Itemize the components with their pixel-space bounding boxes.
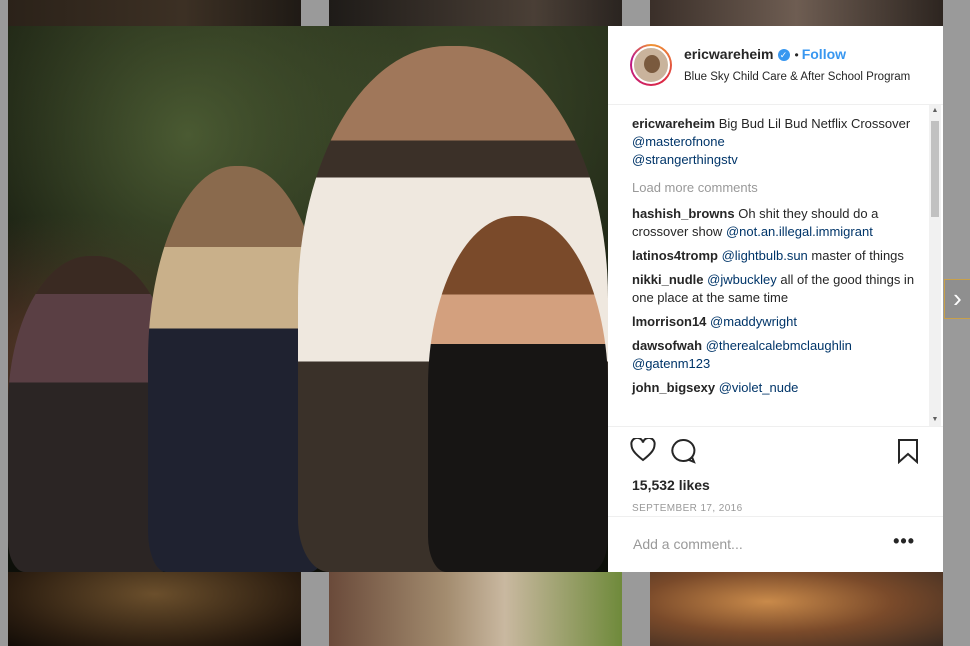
bookmark-icon[interactable] <box>897 438 919 469</box>
comment-username[interactable]: lmorrison14 <box>632 314 706 329</box>
comment-item: john_bigsexy @violet_nude <box>632 379 915 397</box>
comment-mention[interactable]: @maddywright <box>710 314 797 329</box>
comment-item: dawsofwah @therealcalebmclaughlin @gaten… <box>632 337 915 373</box>
comment-icon[interactable] <box>670 438 696 469</box>
comment-text: master of things <box>811 248 904 263</box>
post-modal: ericwareheim ✓ • Follow Blue Sky Child Care… <box>8 26 943 572</box>
background-thumbnail[interactable] <box>8 572 301 646</box>
post-sidebar: ericwareheim ✓ • Follow Blue Sky Child Care… <box>608 26 943 572</box>
add-comment-bar: ••• <box>608 516 943 573</box>
comment-mention[interactable]: @lightbulb.sun <box>722 248 808 263</box>
comment-item: hashish_browns Oh shit they should do a … <box>632 205 915 241</box>
chevron-right-icon[interactable]: › <box>944 279 970 319</box>
caption-mention[interactable]: @strangerthingstv <box>632 152 738 167</box>
comment-username[interactable]: latinos4tromp <box>632 248 718 263</box>
follow-button[interactable]: Follow <box>802 46 846 62</box>
separator-dot: • <box>794 47 799 62</box>
scroll-thumb[interactable] <box>931 121 939 217</box>
heart-icon[interactable] <box>630 436 656 467</box>
add-comment-input[interactable] <box>631 535 875 553</box>
scroll-down-icon[interactable]: ▼ <box>929 414 941 426</box>
verified-badge-icon: ✓ <box>777 48 790 61</box>
caption-username[interactable]: ericwareheim <box>632 116 715 131</box>
comments-list[interactable]: ericwareheim Big Bud Lil Bud Netflix Cro… <box>608 105 943 426</box>
background-thumbnail[interactable] <box>650 572 943 646</box>
post-header: ericwareheim ✓ • Follow Blue Sky Child Care… <box>608 26 943 105</box>
background-thumbnail[interactable] <box>329 0 622 26</box>
post-photo[interactable] <box>8 26 608 572</box>
load-more-comments-link[interactable]: Load more comments <box>632 179 915 197</box>
caption-text: Big Bud Lil Bud Netflix Crossover <box>718 116 911 131</box>
comment-username[interactable]: nikki_nudle <box>632 272 704 287</box>
like-count[interactable]: 15,532 likes <box>608 477 943 493</box>
photo-person <box>428 216 608 572</box>
comment-username[interactable]: dawsofwah <box>632 338 702 353</box>
avatar[interactable] <box>630 44 672 86</box>
comment-mention[interactable]: @jwbuckley <box>707 272 777 287</box>
comment-item: latinos4tromp @lightbulb.sun master of t… <box>632 247 915 265</box>
comment-item: lmorrison14 @maddywright <box>632 313 915 331</box>
background-thumbnail[interactable] <box>650 0 943 26</box>
scroll-up-icon[interactable]: ▲ <box>929 105 941 117</box>
comment-username[interactable]: john_bigsexy <box>632 380 715 395</box>
more-options-icon[interactable]: ••• <box>893 531 915 552</box>
caption: ericwareheim Big Bud Lil Bud Netflix Cro… <box>632 115 915 169</box>
post-date: SEPTEMBER 17, 2016 <box>632 503 743 514</box>
post-location[interactable]: Blue Sky Child Care & After School Progr… <box>684 70 910 85</box>
post-username[interactable]: ericwareheim <box>684 46 774 62</box>
comment-mention[interactable]: @not.an.illegal.immigrant <box>726 224 873 239</box>
background-thumbnail[interactable] <box>8 0 301 26</box>
comment-username[interactable]: hashish_browns <box>632 206 735 221</box>
post-actions: 15,532 likes SEPTEMBER 17, 2016 <box>608 426 943 514</box>
comments-scrollbar[interactable]: ▲ ▼ <box>929 105 941 426</box>
background-thumbnail[interactable] <box>329 572 622 646</box>
comment-mention[interactable]: @violet_nude <box>719 380 799 395</box>
comment-item: nikki_nudle @jwbuckley all of the good t… <box>632 271 915 307</box>
caption-mention[interactable]: @masterofnone <box>632 134 725 149</box>
